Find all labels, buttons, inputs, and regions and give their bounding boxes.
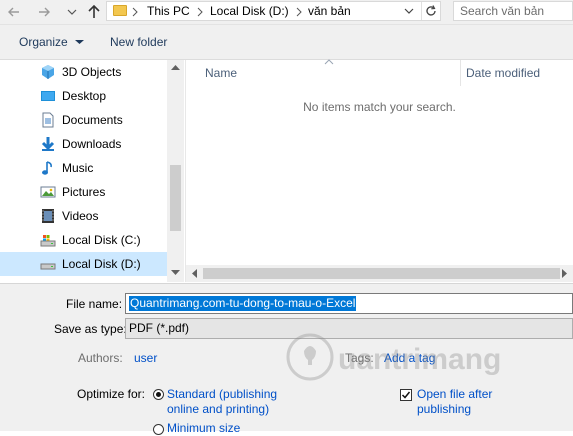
command-bar: Organize New folder (0, 25, 573, 60)
nav-item-downloads[interactable]: Downloads (0, 132, 167, 156)
3d-objects-icon (42, 65, 54, 79)
nav-label: Local Disk (C:) (62, 233, 141, 247)
organize-button[interactable]: Organize (19, 35, 85, 49)
breadcrumb-local-disk-d[interactable]: Local Disk (D:) (210, 4, 289, 18)
save-as-type-label: Save as type: (54, 322, 127, 336)
forward-button[interactable] (34, 2, 54, 22)
nav-label: Local Disk (D:) (62, 257, 141, 271)
optimize-standard-radio[interactable] (153, 389, 164, 400)
radio-selected-dot (156, 392, 161, 397)
chevron-down-icon (404, 8, 414, 14)
chevron-right-icon (296, 7, 302, 17)
optimize-minimum-label[interactable]: Minimum size (167, 421, 240, 436)
back-arrow-icon (8, 7, 19, 17)
authors-label: Authors: (78, 351, 123, 365)
address-toolbar: This PC Local Disk (D:) văn bản Search v… (0, 0, 573, 25)
column-header-date-modified[interactable]: Date modified (466, 66, 540, 80)
forward-arrow-icon (39, 7, 50, 17)
file-name-value: Quantrimang.com-tu-dong-to-mau-o-Excel (129, 296, 357, 311)
authors-value[interactable]: user (134, 351, 157, 365)
nav-item-desktop[interactable]: Desktop (0, 84, 167, 108)
sort-ascending-icon (324, 59, 334, 65)
file-list: Name Date modified No items match your s… (186, 59, 573, 282)
watermark-logo: uantrimang (286, 333, 501, 381)
chevron-right-icon (197, 7, 203, 17)
nav-label: Music (62, 161, 94, 175)
refresh-icon (426, 5, 436, 16)
videos-icon (42, 209, 54, 223)
nav-item-music[interactable]: Music (0, 156, 167, 180)
optimize-standard-label[interactable]: Standard (publishing online and printing… (167, 387, 277, 417)
desktop-icon (41, 91, 55, 101)
nav-label: Pictures (62, 185, 106, 199)
dropdown-triangle-icon (75, 40, 85, 44)
navigation-pane: 3D Objects Desktop Documents Downloads M… (0, 60, 184, 282)
file-name-label: File name: (66, 297, 123, 311)
music-icon (42, 161, 52, 175)
nav-label: Documents (62, 113, 123, 127)
up-arrow-icon (88, 4, 100, 18)
recent-locations-button[interactable] (62, 2, 82, 22)
pane-divider[interactable] (185, 60, 186, 282)
nav-item-local-disk-c[interactable]: Local Disk (C:) (0, 228, 167, 252)
column-header-name[interactable]: Name (205, 66, 237, 80)
pictures-icon (40, 186, 56, 198)
breadcrumb-this-pc[interactable]: This PC (147, 4, 190, 18)
documents-icon (42, 112, 54, 128)
nav-label: Desktop (62, 89, 107, 103)
folder-icon (113, 5, 127, 16)
scroll-down-arrow-icon[interactable] (171, 270, 180, 276)
address-bar[interactable]: This PC Local Disk (D:) văn bản (106, 1, 441, 21)
search-input[interactable]: Search văn bản (453, 1, 573, 21)
chevron-right-icon (132, 7, 138, 17)
nav-pane-scroll-thumb[interactable] (170, 165, 181, 231)
nav-label: Videos (62, 209, 99, 223)
file-name-input[interactable]: Quantrimang.com-tu-dong-to-mau-o-Excel (125, 293, 573, 314)
drive-d-icon (40, 263, 56, 270)
breadcrumb-current-folder[interactable]: văn bản (308, 4, 351, 18)
address-dropdown-button[interactable] (400, 2, 418, 20)
back-button[interactable] (4, 2, 24, 22)
svg-text:uantrimang: uantrimang (338, 343, 501, 376)
drive-c-icon (40, 235, 56, 247)
scroll-right-arrow-icon[interactable] (562, 269, 568, 278)
nav-item-local-disk-d[interactable]: Local Disk (D:) (0, 252, 167, 276)
nav-item-videos[interactable]: Videos (0, 204, 167, 228)
scroll-up-arrow-icon[interactable] (171, 64, 180, 70)
nav-label: Downloads (62, 137, 122, 151)
empty-message: No items match your search. (303, 100, 456, 114)
nav-label: 3D Objects (62, 65, 122, 79)
scroll-left-arrow-icon[interactable] (191, 269, 197, 278)
organize-label: Organize (19, 35, 68, 49)
chevron-down-icon (67, 9, 77, 15)
optimize-for-label: Optimize for: (77, 387, 146, 401)
file-list-hscroll-thumb[interactable] (203, 268, 560, 279)
nav-item-pictures[interactable]: Pictures (0, 180, 167, 204)
new-folder-button[interactable]: New folder (110, 35, 167, 49)
downloads-icon (41, 137, 55, 151)
up-button[interactable] (84, 2, 104, 22)
nav-item-3d-objects[interactable]: 3D Objects (0, 60, 167, 84)
refresh-button[interactable] (421, 2, 440, 20)
nav-item-documents[interactable]: Documents (0, 108, 167, 132)
column-separator[interactable] (460, 60, 461, 86)
